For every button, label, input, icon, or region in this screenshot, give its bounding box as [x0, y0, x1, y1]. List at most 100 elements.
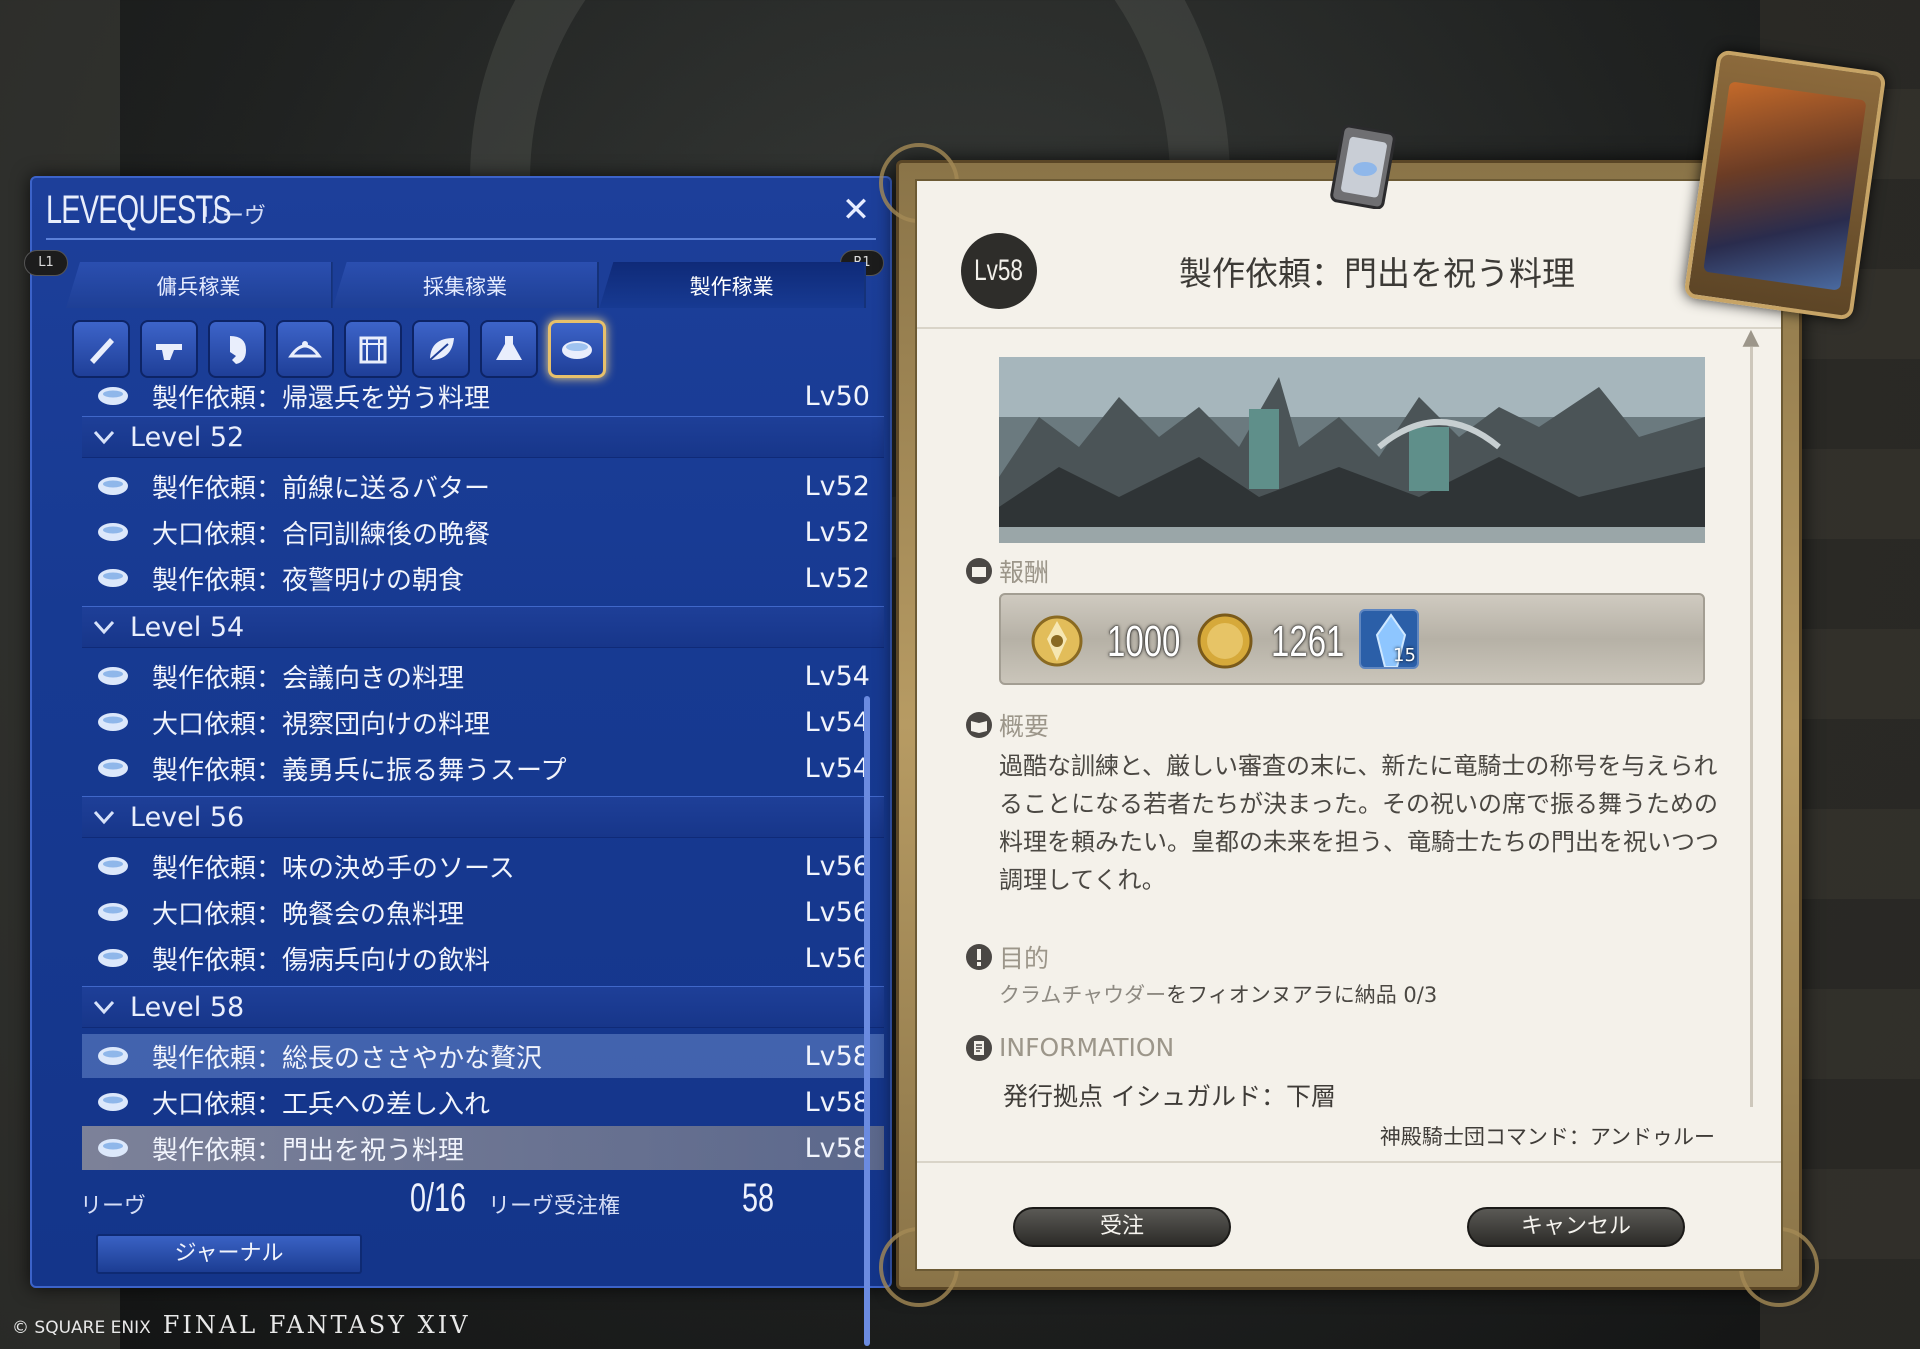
blacksmith-icon[interactable]: [140, 320, 198, 378]
levequest-window: LEVEQUESTS リーヴ ✕ L1 R1 傭兵稼業 採集稼業 製作稼業: [24, 176, 892, 1346]
culinarian-bowl-icon: [98, 1139, 128, 1157]
issuer-location: 発行拠点 イシュガルド：下層: [1003, 1082, 1336, 1111]
armorer-icon[interactable]: [208, 320, 266, 378]
culinarian-bowl-icon: [98, 1047, 128, 1065]
quest-title: 製作依頼：会議向きの料理: [152, 663, 465, 694]
job-filter-bar: [72, 320, 606, 378]
cancel-button[interactable]: キャンセル: [1467, 1207, 1685, 1247]
level-group-label: Level 58: [130, 991, 245, 1023]
list-item[interactable]: 大口依頼：合同訓練後の晩餐 Lv52: [82, 510, 884, 554]
list-item-selected[interactable]: 製作依頼：門出を祝う料理 Lv58: [82, 1126, 884, 1170]
culinarian-bowl-icon: [98, 477, 128, 495]
list-item[interactable]: 製作依頼：夜警明けの朝食 Lv52: [82, 556, 884, 600]
objective-detail: をフィオンヌアラに納品 0/3: [1166, 983, 1438, 1007]
summary-text: 過酷な訓練と、厳しい審査の末に、新たに竜騎士の称号を与えられることになる若者たち…: [999, 752, 1719, 894]
goldsmith-icon[interactable]: [276, 320, 334, 378]
objective-item-name[interactable]: クラムチャウダー: [999, 983, 1166, 1007]
quest-title: 製作依頼：総長のささやかな贅沢: [152, 1043, 543, 1074]
carpenter-icon[interactable]: [72, 320, 130, 378]
list-item[interactable]: 製作依頼：前線に送るバター Lv52: [82, 464, 884, 508]
leatherworker-icon[interactable]: [344, 320, 402, 378]
quest-title: 製作依頼：門出を祝う料理: [152, 1135, 465, 1166]
list-item[interactable]: 製作依頼：傷病兵向けの飲料 Lv56: [82, 936, 884, 980]
npc-portrait-card: [1683, 49, 1887, 321]
title-divider: [917, 327, 1781, 329]
level-group-header[interactable]: Level 54: [82, 606, 884, 648]
list-item[interactable]: 製作依頼：義勇兵に振る舞うスープ Lv54: [82, 746, 884, 790]
publisher-copyright: © SQUARE ENIX: [12, 1318, 151, 1338]
level-group-header[interactable]: Level 58: [82, 986, 884, 1028]
list-item[interactable]: 大口依頼：工兵への差し入れ Lv58: [82, 1080, 884, 1124]
alchemist-icon[interactable]: [480, 320, 538, 378]
culinarian-bowl-icon: [98, 387, 128, 405]
quest-title: 製作依頼：夜警明けの朝食: [152, 565, 465, 596]
list-item[interactable]: 大口依頼：視察団向けの料理 Lv54: [82, 700, 884, 744]
allowance-label: リーヴ受注権: [488, 1194, 621, 1219]
allowance-value: 58: [742, 1176, 775, 1220]
level-group-label: Level 56: [130, 801, 245, 833]
reward-bar: 1000 1261 15: [999, 593, 1705, 685]
exclamation-icon: [966, 944, 992, 970]
chevron-down-icon: [93, 1000, 115, 1015]
culinarian-bowl-icon: [98, 713, 128, 731]
quest-level: Lv56: [804, 896, 870, 928]
experience-value: 1000: [1107, 617, 1181, 666]
accept-button[interactable]: 受注: [1013, 1207, 1231, 1247]
list-item[interactable]: 製作依頼：総長のささやかな贅沢 Lv58: [82, 1034, 884, 1078]
leves-label: リーヴ: [80, 1194, 147, 1219]
list-item[interactable]: 製作依頼：帰還兵を労う料理 Lv50: [82, 378, 884, 418]
level-group-header[interactable]: Level 56: [82, 796, 884, 838]
weaver-icon[interactable]: [412, 320, 470, 378]
culinarian-bowl-icon: [98, 1093, 128, 1111]
detail-scrollbar[interactable]: [1750, 347, 1753, 1107]
list-item[interactable]: 大口依頼：晩餐会の魚料理 Lv56: [82, 890, 884, 934]
location-banner-image: [999, 357, 1705, 543]
quest-title: 製作依頼：帰還兵を労う料理: [152, 383, 491, 414]
information-section-label: INFORMATION: [965, 1033, 1174, 1062]
quest-level: Lv56: [804, 942, 870, 974]
culinarian-bowl-icon: [98, 759, 128, 777]
leve-card-icon: [1330, 125, 1396, 209]
scroll-up-arrow-icon[interactable]: ▲: [1737, 325, 1765, 350]
quest-level: Lv54: [804, 752, 870, 784]
quest-level: Lv54: [804, 660, 870, 692]
gil-value: 1261: [1271, 617, 1345, 666]
culinarian-bowl-icon: [98, 523, 128, 541]
quest-title: 製作依頼：義勇兵に振る舞うスープ: [152, 755, 567, 786]
objective-section-label: 目的: [965, 939, 1049, 975]
book-icon: [966, 712, 992, 738]
window-title-main: LEVEQUESTS: [46, 188, 232, 232]
quest-title: 大口依頼：合同訓練後の晩餐: [152, 519, 491, 550]
tab-crafting[interactable]: 製作稼業: [599, 262, 867, 308]
leve-client: 神殿騎士団コマンド：アンドゥルー: [1379, 1125, 1715, 1149]
close-button[interactable]: ✕: [836, 190, 876, 230]
chevron-down-icon: [93, 620, 115, 635]
journal-button[interactable]: ジャーナル: [96, 1234, 362, 1274]
tab-battle[interactable]: 傭兵稼業: [66, 262, 333, 308]
culinarian-bowl-icon: [98, 903, 128, 921]
chevron-down-icon: [93, 810, 115, 825]
culinarian-bowl-icon: [98, 857, 128, 875]
leve-detail-window: Lv58 製作依頼：門出を祝う料理 報酬 1000 1261 15 概要 過酷な…: [879, 125, 1819, 1307]
quest-level: Lv58: [804, 1086, 870, 1118]
window-title: LEVEQUESTS リーヴ: [46, 188, 266, 233]
quest-title: 大口依頼：工兵への差し入れ: [152, 1089, 491, 1120]
crystal-quantity: 15: [1393, 645, 1416, 666]
level-group-header[interactable]: Level 52: [82, 416, 884, 458]
copyright-footer: © SQUARE ENIX FINAL FANTASY XIV: [12, 1311, 471, 1339]
culinarian-bowl-icon: [98, 569, 128, 587]
reward-section-label: 報酬: [965, 553, 1049, 589]
level-group-label: Level 54: [130, 611, 245, 643]
leves-count: 0/16: [410, 1176, 467, 1220]
document-icon: [966, 1034, 992, 1061]
quest-title: 製作依頼：前線に送るバター: [152, 473, 491, 504]
quest-level: Lv56: [804, 850, 870, 882]
culinarian-bowl-icon: [98, 949, 128, 967]
quest-title: 大口依頼：晩餐会の魚料理: [152, 899, 465, 930]
quest-level: Lv50: [804, 380, 870, 412]
culinarian-icon[interactable]: [548, 320, 606, 378]
list-item[interactable]: 製作依頼：会議向きの料理 Lv54: [82, 654, 884, 698]
tab-gathering[interactable]: 採集稼業: [332, 262, 600, 308]
list-item[interactable]: 製作依頼：味の決め手のソース Lv56: [82, 844, 884, 888]
quest-level: Lv58: [804, 1132, 870, 1164]
